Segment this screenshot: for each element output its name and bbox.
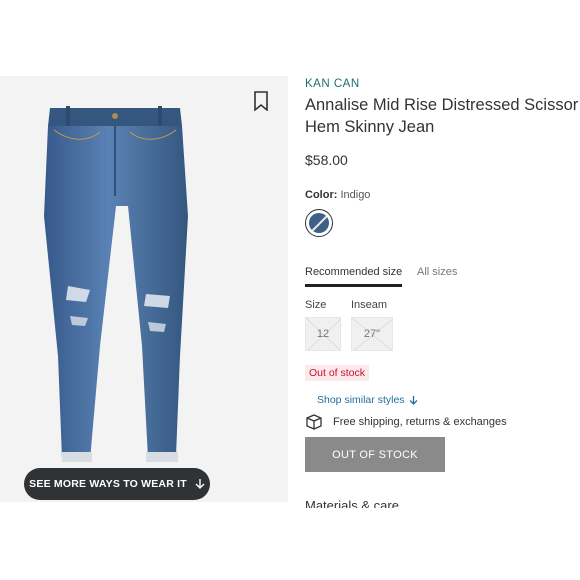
color-swatch-indigo[interactable]: [305, 209, 333, 237]
inseam-option-27[interactable]: 27": [351, 317, 393, 351]
swatch-fill: [309, 213, 329, 233]
color-label: Color:: [305, 189, 338, 201]
product-price: $58.00: [305, 152, 348, 168]
color-value: Indigo: [340, 189, 371, 201]
see-more-ways-button[interactable]: SEE MORE WAYS TO WEAR IT: [24, 468, 210, 500]
tab-recommended-size[interactable]: Recommended size: [305, 266, 403, 287]
arrow-down-icon: [195, 479, 205, 489]
materials-care-heading[interactable]: Materials & care: [305, 498, 399, 508]
shipping-info: Free shipping, returns & exchanges: [305, 414, 507, 430]
bookmark-icon[interactable]: [253, 91, 269, 111]
shop-similar-link[interactable]: Shop similar styles: [317, 394, 418, 406]
inseam-value: 27": [363, 328, 381, 340]
out-of-stock-button[interactable]: OUT OF STOCK: [305, 437, 445, 472]
color-row: Color: Indigo: [305, 189, 370, 201]
brand-link[interactable]: KAN CAN: [305, 78, 360, 90]
out-of-stock-badge: Out of stock: [305, 365, 370, 381]
product-title: Annalise Mid Rise Distressed Scissor Hem…: [305, 96, 579, 136]
tab-all-sizes[interactable]: All sizes: [417, 266, 457, 278]
product-image-panel: SEE MORE WAYS TO WEAR IT: [0, 76, 288, 502]
arrow-down-icon: [409, 396, 417, 405]
shipping-text: Free shipping, returns & exchanges: [333, 416, 507, 428]
size-label: Size: [305, 299, 327, 311]
size-option-12[interactable]: 12: [305, 317, 341, 351]
shop-similar-label: Shop similar styles: [317, 394, 405, 406]
size-value: 12: [316, 328, 330, 340]
jeans-product-image: [44, 106, 188, 462]
see-more-ways-label: SEE MORE WAYS TO WEAR IT: [29, 478, 187, 490]
inseam-label: Inseam: [351, 299, 388, 311]
package-icon: [306, 414, 322, 430]
